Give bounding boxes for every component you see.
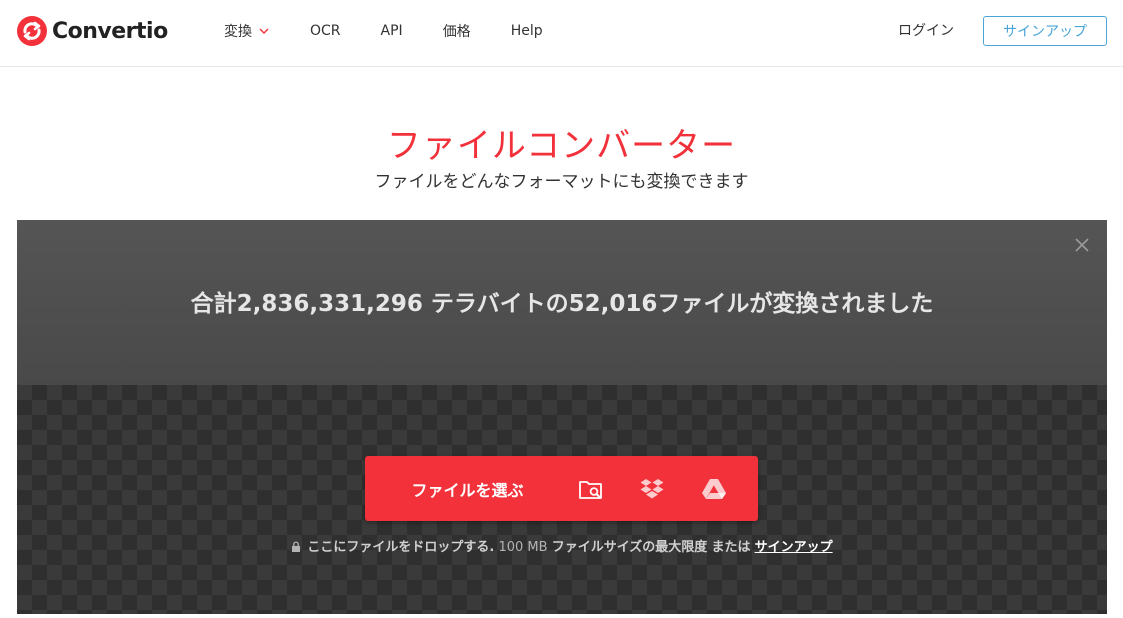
- logo-text: Convertio: [52, 18, 168, 44]
- choose-files-button[interactable]: ファイルを選ぶ: [365, 456, 570, 521]
- nav-item-ocr[interactable]: OCR: [310, 23, 341, 39]
- nav-item-label: Help: [510, 23, 543, 39]
- nav-item-label: API: [380, 23, 403, 39]
- lock-icon: [292, 541, 301, 552]
- signup-link[interactable]: サインアップ: [755, 540, 833, 555]
- dropbox-icon: [640, 478, 664, 498]
- nav-item-label: OCR: [310, 23, 341, 39]
- google-drive-icon: [702, 478, 726, 499]
- folder-search-icon: [579, 480, 602, 499]
- nav-item-help[interactable]: Help: [511, 23, 543, 39]
- drop-note: ここにファイルをドロップする. 100 MB ファイルサイズの最大限度 または …: [17, 536, 1107, 555]
- google-drive-source-button[interactable]: [683, 456, 745, 521]
- main-nav: 変換 OCR API 価格 Help: [224, 20, 583, 42]
- convertio-logo[interactable]: Convertio: [16, 15, 168, 47]
- nav-item-label: 価格: [442, 24, 471, 40]
- signup-button[interactable]: サインアップ: [983, 16, 1107, 46]
- nav-item-label: 変換: [224, 24, 252, 40]
- limit-text: ファイルサイズの最大限度: [551, 540, 708, 555]
- page-title: ファイルコンバーター: [386, 126, 737, 166]
- drop-text: ここにファイルをドロップする.: [307, 540, 495, 555]
- size-text: 100 MB: [498, 540, 548, 555]
- upload-panel[interactable]: 合計2,836,331,296 テラバイトの52,016ファイルが変換されました…: [17, 220, 1107, 614]
- stats-text: 合計2,836,331,296 テラバイトの52,016ファイルが変換されました: [190, 291, 934, 317]
- page-subtitle: ファイルをどんなフォーマットにも変換できます: [374, 172, 749, 192]
- chevron-down-icon: [259, 28, 269, 34]
- close-icon[interactable]: [1074, 237, 1090, 253]
- site-header: Convertio 変換 OCR API 価格 Help ログイン サインアップ: [0, 0, 1123, 67]
- nav-item-api[interactable]: API: [381, 23, 403, 39]
- dropbox-source-button[interactable]: [621, 456, 683, 521]
- nav-item-pricing[interactable]: 価格: [443, 21, 471, 41]
- computer-source-button[interactable]: [560, 456, 622, 521]
- stats-banner: 合計2,836,331,296 テラバイトの52,016ファイルが変換されました: [17, 220, 1107, 385]
- nav-item-convert[interactable]: 変換: [224, 21, 270, 41]
- or-text: または: [711, 540, 751, 555]
- convertio-logo-icon: [17, 16, 47, 46]
- file-picker-bar: ファイルを選ぶ: [365, 456, 758, 521]
- login-link[interactable]: ログイン: [898, 20, 954, 40]
